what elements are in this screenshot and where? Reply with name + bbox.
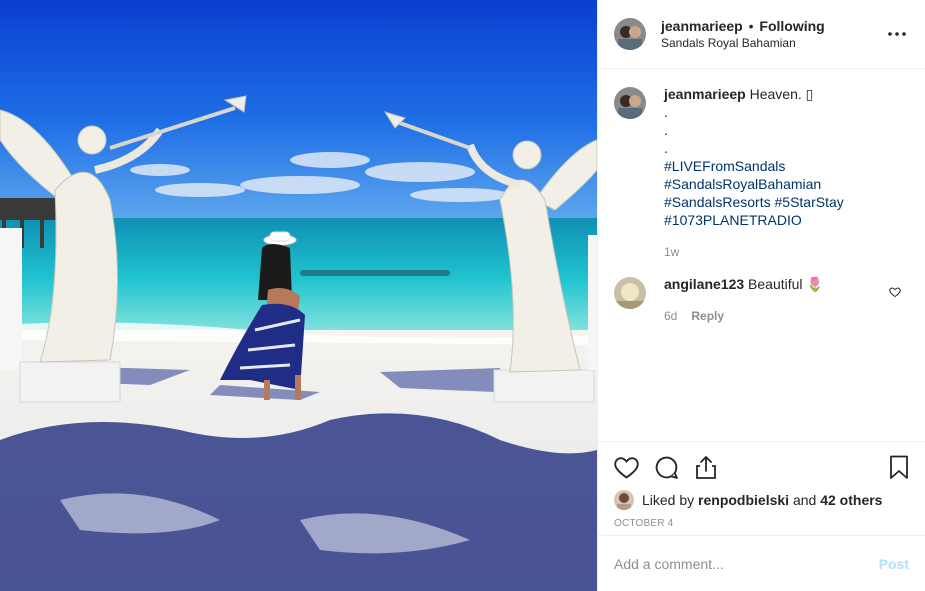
post-location[interactable]: Sandals Royal Bahamian [661, 35, 885, 51]
likes-prefix: Liked by [642, 492, 695, 508]
caption-avatar[interactable] [614, 87, 646, 119]
instagram-post: jeanmarieep • Following Sandals Royal Ba… [0, 0, 925, 591]
caption-dots: . . . [664, 104, 668, 156]
following-button[interactable]: Following [759, 18, 824, 34]
commenter-username[interactable]: angilane123 [664, 276, 744, 292]
post-photo[interactable] [0, 0, 597, 591]
liker-username[interactable]: renpodbielski [698, 492, 789, 508]
share-icon[interactable] [694, 447, 734, 487]
likes-count-button[interactable]: 42 others [820, 492, 882, 508]
bookmark-icon[interactable] [869, 447, 909, 487]
caption-comment: jeanmarieep Heaven. ▯ . . . #LIVEFromSan… [614, 85, 909, 261]
author-username[interactable]: jeanmarieep [661, 18, 743, 34]
beach-angels-photo [0, 0, 597, 591]
caption-body: jeanmarieep Heaven. ▯ . . . #LIVEFromSan… [664, 85, 909, 261]
caption-text: Heaven. ▯ [749, 86, 814, 102]
likes-conjunction: and [792, 492, 817, 508]
comment-like-heart-icon[interactable] [889, 285, 901, 301]
commenter-avatar[interactable] [614, 277, 646, 309]
hashtag-link[interactable]: #SandalsResorts #5StarStay [664, 193, 909, 211]
liker-avatar[interactable] [614, 490, 634, 510]
heart-icon[interactable] [614, 447, 654, 487]
add-comment-bar: Post [598, 535, 925, 591]
comment-text: Beautiful 🌷 [748, 276, 824, 292]
header-text: jeanmarieep • Following Sandals Royal Ba… [661, 17, 885, 51]
comment-meta: 6d Reply [664, 307, 909, 325]
caption-time[interactable]: 1w [664, 243, 679, 261]
caption-username[interactable]: jeanmarieep [664, 86, 746, 102]
hashtag-link[interactable]: #1073PLANETRADIO [664, 211, 909, 229]
author-avatar[interactable] [614, 18, 646, 50]
hashtag-link[interactable]: #LIVEFromSandals [664, 157, 909, 175]
comment-input[interactable] [614, 555, 879, 572]
comments-list[interactable]: jeanmarieep Heaven. ▯ . . . #LIVEFromSan… [598, 69, 925, 441]
comment-item: angilane123 Beautiful 🌷 6d Reply [614, 275, 909, 325]
caption-meta: 1w [664, 243, 909, 261]
post-date[interactable]: OCTOBER 4 [614, 518, 909, 529]
post-sidebar: jeanmarieep • Following Sandals Royal Ba… [597, 0, 925, 591]
reply-button[interactable]: Reply [691, 307, 724, 325]
more-horizontal-icon[interactable] [885, 22, 909, 46]
separator-dot: • [748, 18, 754, 34]
post-comment-button[interactable]: Post [879, 556, 909, 572]
likes-summary: Liked by renpodbielski and 42 others [614, 490, 909, 510]
actions-section: Liked by renpodbielski and 42 others OCT… [598, 441, 925, 529]
comment-time[interactable]: 6d [664, 307, 677, 325]
comment-icon[interactable] [654, 447, 694, 487]
action-bar [614, 442, 909, 492]
post-header: jeanmarieep • Following Sandals Royal Ba… [598, 0, 925, 69]
hashtag-link[interactable]: #SandalsRoyalBahamian [664, 175, 909, 193]
comment-body: angilane123 Beautiful 🌷 6d Reply [664, 275, 909, 325]
